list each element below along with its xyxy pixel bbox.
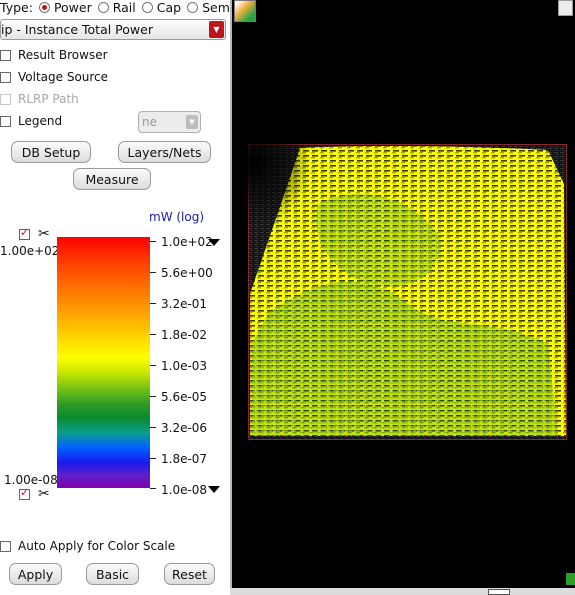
tick-label: 1.8e-07 xyxy=(161,452,208,466)
tick-label: 3.2e-01 xyxy=(161,297,208,311)
db-setup-button[interactable]: DB Setup xyxy=(11,141,91,163)
chevron-down-icon[interactable]: ▼ xyxy=(209,21,224,38)
upper-limit-checkbox[interactable] xyxy=(19,226,30,240)
voltage-source-label: Voltage Source xyxy=(18,70,109,84)
result-browser-toggle[interactable]: Result Browser xyxy=(0,48,108,62)
tick-mark xyxy=(150,272,156,273)
rlrp-path-label: RLRP Path xyxy=(18,92,79,106)
tick-mark xyxy=(150,458,156,459)
voltage-source-toggle[interactable]: Voltage Source xyxy=(0,70,108,84)
analysis-type-value: ip - Instance Total Power xyxy=(1,22,153,37)
auto-apply-label: Auto Apply for Color Scale xyxy=(18,539,176,553)
basic-button[interactable]: Basic xyxy=(86,563,139,585)
type-radio-group: Type: Power Rail Cap Sem xyxy=(0,0,230,15)
auto-apply-checkbox[interactable] xyxy=(0,540,11,552)
radio-cap[interactable] xyxy=(141,1,153,13)
color-scale-min: 1.00e-08 xyxy=(4,473,58,487)
tick-mark xyxy=(150,396,156,397)
low-power-region xyxy=(248,144,388,304)
radio-cap-label: Cap xyxy=(156,0,182,15)
auto-apply-toggle[interactable]: Auto Apply for Color Scale xyxy=(0,539,175,553)
apply-button[interactable]: Apply xyxy=(9,563,62,585)
status-bar xyxy=(230,588,575,595)
tick-mark xyxy=(150,488,156,489)
tick-mark xyxy=(150,241,156,242)
tick-mark xyxy=(150,365,156,366)
tick-label: 5.6e+00 xyxy=(161,266,213,280)
layers-nets-button[interactable]: Layers/Nets xyxy=(118,141,211,163)
status-field xyxy=(488,589,510,595)
resize-grip-icon[interactable] xyxy=(566,573,575,585)
legend-checkbox[interactable] xyxy=(0,115,11,127)
voltage-source-checkbox[interactable] xyxy=(0,71,11,83)
rlrp-path-checkbox xyxy=(0,93,11,105)
type-label: Type: xyxy=(0,0,33,15)
lower-marker-icon[interactable] xyxy=(208,486,220,493)
tick-mark xyxy=(150,427,156,428)
legend-label: Legend xyxy=(18,114,63,128)
tick-label: 5.6e-05 xyxy=(161,390,208,404)
analysis-type-select[interactable]: ip - Instance Total Power ▼ xyxy=(0,19,226,40)
result-browser-label: Result Browser xyxy=(18,48,108,62)
legend-toggle[interactable]: Legend xyxy=(0,114,62,128)
lower-limit-checkbox[interactable] xyxy=(19,486,30,500)
upper-marker-icon[interactable] xyxy=(208,239,220,246)
power-map[interactable] xyxy=(248,144,567,440)
measure-button[interactable]: Measure xyxy=(73,168,151,190)
tick-mark xyxy=(150,303,156,304)
radio-sem[interactable] xyxy=(187,1,199,13)
radio-power[interactable] xyxy=(38,1,50,13)
scroll-corner-box[interactable] xyxy=(558,0,573,16)
radio-power-label: Power xyxy=(53,0,92,15)
result-browser-checkbox[interactable] xyxy=(0,49,11,61)
legend-position-value: ne xyxy=(142,115,157,129)
tick-label: 1.0e-08 xyxy=(161,483,208,497)
reset-button[interactable]: Reset xyxy=(164,563,215,585)
tick-label: 1.8e-02 xyxy=(161,328,208,342)
radio-rail-label: Rail xyxy=(112,0,136,15)
tick-label: 1.0e-03 xyxy=(161,359,208,373)
tick-mark xyxy=(150,334,156,335)
tick-label: 3.2e-06 xyxy=(161,421,208,435)
radio-sem-label: Sem xyxy=(202,0,230,15)
tick-label: 1.0e+02 xyxy=(161,235,213,249)
rlrp-path-toggle: RLRP Path xyxy=(0,92,79,106)
color-scale-bar xyxy=(57,237,156,489)
chevron-down-icon[interactable]: ▼ xyxy=(186,115,198,129)
legend-position-dropdown[interactable]: ne ▼ xyxy=(138,111,201,133)
scissors-icon[interactable]: ✂ xyxy=(38,487,50,501)
color-map-thumbnail-icon[interactable] xyxy=(234,0,256,22)
scissors-icon[interactable]: ✂ xyxy=(38,227,50,241)
color-scale-unit: mW (log) xyxy=(149,210,205,224)
radio-rail[interactable] xyxy=(97,1,109,13)
power-control-panel: Type: Power Rail Cap Sem ip - Instance T… xyxy=(0,0,230,595)
color-scale-max: 1.00e+02 xyxy=(0,244,60,258)
